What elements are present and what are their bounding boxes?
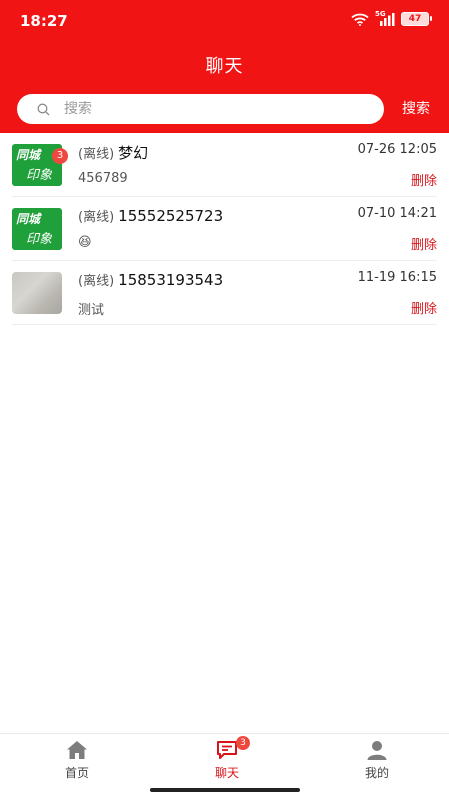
online-status: (离线) bbox=[78, 210, 115, 225]
last-message: 456789 bbox=[78, 171, 128, 186]
unread-badge: 3 bbox=[52, 148, 68, 164]
tab-label: 聊天 bbox=[214, 766, 239, 780]
home-icon bbox=[37, 738, 117, 760]
avatar bbox=[12, 272, 62, 314]
chat-time: 07-10 14:21 bbox=[357, 206, 437, 221]
online-status: (离线) bbox=[78, 147, 115, 162]
home-indicator bbox=[150, 788, 300, 792]
tab-mine[interactable]: 我的 bbox=[337, 738, 417, 781]
chat-list: 同城 印象 3 (离线) 梦幻 07-26 12:05 456789 删除 同城 … bbox=[0, 133, 449, 325]
chat-icon: 3 bbox=[187, 736, 267, 760]
chat-time: 11-19 16:15 bbox=[357, 270, 437, 285]
battery-level: 47 bbox=[408, 13, 422, 24]
avatar: 同城 印象 bbox=[12, 208, 62, 250]
avatar-logo-text: 同城 bbox=[16, 148, 41, 162]
chat-time: 07-26 12:05 bbox=[357, 142, 437, 157]
chat-name: (离线) 15552525723 bbox=[78, 206, 223, 225]
search-button[interactable]: 搜索 bbox=[402, 98, 430, 118]
chat-item[interactable]: (离线) 15853193543 11-19 16:15 测试 删除 bbox=[12, 261, 437, 325]
tab-home[interactable]: 首页 bbox=[37, 738, 117, 781]
network-label: 5G bbox=[375, 9, 386, 18]
avatar-logo-text: 印象 bbox=[26, 232, 53, 247]
tab-badge: 3 bbox=[236, 736, 250, 750]
delete-button[interactable]: 删除 bbox=[411, 234, 437, 253]
search-input[interactable] bbox=[64, 101, 354, 117]
avatar-logo-text: 同城 bbox=[16, 212, 41, 226]
status-icons: 5G 47 bbox=[351, 9, 432, 26]
delete-button[interactable]: 删除 bbox=[411, 298, 437, 317]
tab-label: 我的 bbox=[364, 766, 389, 780]
last-message: 😆 bbox=[78, 235, 92, 250]
chat-item[interactable]: 同城 印象 (离线) 15552525723 07-10 14:21 😆 删除 bbox=[12, 197, 437, 261]
chat-name: (离线) 15853193543 bbox=[78, 270, 223, 289]
contact-name: 梦幻 bbox=[118, 144, 149, 162]
chat-name: (离线) 梦幻 bbox=[78, 142, 148, 163]
avatar-logo-text: 印象 bbox=[26, 168, 53, 183]
search-bar[interactable] bbox=[17, 94, 384, 124]
page-title: 聊天 bbox=[205, 56, 244, 77]
user-icon bbox=[337, 738, 417, 760]
online-status: (离线) bbox=[78, 274, 115, 289]
tab-label: 首页 bbox=[64, 766, 89, 780]
battery-icon: 47 bbox=[401, 12, 432, 26]
header: 18:27 5G 47 聊天 搜索 搜索 bbox=[0, 0, 449, 133]
status-bar: 18:27 5G 47 bbox=[0, 0, 449, 40]
search-icon bbox=[36, 102, 50, 116]
contact-name: 15853193543 bbox=[118, 271, 224, 289]
delete-button[interactable]: 删除 bbox=[411, 170, 437, 189]
last-message: 测试 bbox=[78, 303, 105, 318]
chat-item[interactable]: 同城 印象 3 (离线) 梦幻 07-26 12:05 456789 删除 bbox=[12, 133, 437, 197]
contact-name: 15552525723 bbox=[118, 207, 224, 225]
signal-icon: 5G bbox=[375, 9, 395, 26]
avatar: 同城 印象 3 bbox=[12, 144, 68, 186]
status-time: 18:27 bbox=[20, 12, 68, 30]
wifi-icon bbox=[351, 13, 369, 26]
tab-chat[interactable]: 3 聊天 bbox=[187, 736, 267, 781]
